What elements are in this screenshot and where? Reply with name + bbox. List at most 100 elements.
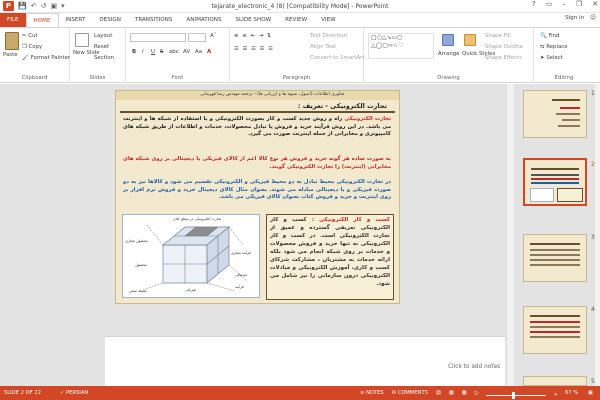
reading-view-icon[interactable]: ▩ [462, 390, 467, 396]
convert-smartart-button[interactable]: Convert to SmartArt [310, 55, 364, 61]
shadow-button[interactable]: abc [169, 49, 179, 55]
shape-fill-button[interactable]: Shape Fill [485, 33, 511, 39]
definition-paragraph[interactable]: تجارت الکترونیکی راه و روش جدید کسب و کا… [123, 116, 391, 139]
font-color-button[interactable]: A [207, 49, 211, 55]
tab-home[interactable]: HOME [25, 13, 59, 27]
tab-animations[interactable]: ANIMATIONS [179, 13, 228, 27]
find-button[interactable]: 🔍 Find [540, 33, 559, 39]
definition-keyword: تجارت الکترونیکی [344, 116, 391, 122]
current-slide[interactable]: فناوری اطلاعات (اصول، شیوه ها و ارزیابی … [115, 90, 400, 304]
slides-group: New Slide Layout Reset Section Slides [70, 29, 126, 82]
arrange-icon[interactable] [442, 34, 454, 46]
arrange-button[interactable]: Arrange [438, 51, 459, 57]
shapes-gallery[interactable]: □○△↘▭◻ △◯▢⇨☆♡ [368, 33, 434, 59]
normal-view-icon[interactable]: ▤ [436, 390, 441, 396]
ribbon-display-icon[interactable]: ▭ [546, 0, 553, 8]
diagram-product-label: محصول [135, 263, 147, 267]
help-icon[interactable]: ? [532, 0, 536, 8]
smiley-feedback-icon[interactable]: ☺ [590, 15, 596, 21]
tab-review[interactable]: REVIEW [278, 13, 314, 27]
slide-thumbnail[interactable] [523, 376, 587, 386]
window-title: tejarate_electronic_4 (8) [Compatibility… [211, 3, 389, 10]
zoom-slider[interactable] [485, 391, 546, 399]
font-group-label: Font [171, 75, 184, 81]
reset-button[interactable]: Reset [94, 44, 109, 50]
tab-design[interactable]: DESIGN [92, 13, 128, 27]
diagram-digital-label: دیجیتالی [235, 273, 248, 277]
close-icon[interactable]: ✕ [592, 0, 598, 8]
clipboard-group: Paste ✂ Cut ❐ Copy 🖌 Format Painter Clip… [0, 29, 70, 82]
tab-slide-show[interactable]: SLIDE SHOW [229, 13, 279, 27]
title-bar: P 💾 ↶ ↺ ▣ ▾ tejarate_electronic_4 (8) [C… [0, 0, 600, 13]
zoom-out-icon[interactable]: – [475, 392, 478, 398]
brush-icon: 🖌 [22, 55, 31, 61]
quick-styles-icon[interactable] [464, 34, 476, 46]
section-button[interactable]: Section [94, 55, 114, 61]
tab-transitions[interactable]: TRANSITIONS [128, 13, 180, 27]
paragraph-group-label: Paragraph [282, 75, 311, 81]
minimize-icon[interactable]: – [562, 0, 566, 8]
bold-button[interactable]: B [132, 49, 136, 55]
notes-placeholder: Click to add notes [448, 364, 501, 370]
paste-button[interactable]: Paste [3, 52, 18, 58]
shape-outline-button[interactable]: Shape Outline [485, 44, 523, 50]
underline-button[interactable]: U [151, 49, 155, 55]
ebusiness-textbox[interactable]: کسب و کار الکترونیکی : کسب و کار الکترون… [266, 214, 394, 300]
slide-thumbnail[interactable] [523, 90, 587, 138]
diagram-top-label: تجارت الکترونیکی در سطح کلان [173, 217, 222, 221]
status-bar: SLIDE 2 OF 22 ✓ PERSIAN ≡ NOTES ✉ COMMEN… [0, 386, 600, 400]
italic-button[interactable]: I [142, 49, 144, 55]
format-painter-button[interactable]: 🖌 Format Painter [22, 55, 70, 61]
shape-effects-button[interactable]: Shape Effects [485, 55, 522, 61]
font-name-input[interactable] [130, 33, 186, 42]
zoom-slider-thumb[interactable] [511, 391, 515, 399]
exchange-paragraph[interactable]: در تجارت الکترونیکی محیط تبادل به دو محی… [123, 179, 391, 202]
new-slide-icon[interactable] [75, 33, 89, 47]
comments-toggle[interactable]: ✉ COMMENTS [392, 390, 428, 396]
sign-in-link[interactable]: Sign in [565, 15, 584, 21]
slide-thumbnail[interactable] [523, 234, 587, 282]
grow-font-icon[interactable]: Aˆ [210, 33, 216, 39]
copy-button[interactable]: ❐ Copy [22, 44, 42, 50]
layout-button[interactable]: Layout [94, 33, 112, 39]
zoom-in-icon[interactable]: + [554, 392, 558, 398]
change-case-button[interactable]: Aa [195, 49, 202, 55]
slide-thumbnail-selected[interactable] [523, 158, 587, 206]
heading-divider [120, 111, 395, 113]
replace-button[interactable]: ⇆ Replace [540, 44, 568, 50]
diagram-physical-label: فیزیکی [185, 288, 196, 292]
drawing-group-label: Drawing [437, 75, 460, 81]
language-indicator[interactable]: ✓ PERSIAN [60, 390, 88, 396]
ecommerce-cube-diagram[interactable]: تجارت الکترونیکی در سطح کلان محصول مجازی… [122, 214, 260, 298]
notes-toggle[interactable]: ≡ NOTES [360, 390, 384, 396]
align-text-button[interactable]: Align Text [310, 44, 336, 50]
fit-slide-icon[interactable]: ▣ [588, 390, 593, 396]
font-size-input[interactable] [188, 33, 206, 42]
paste-icon[interactable] [5, 32, 19, 50]
restore-icon[interactable]: ❐ [576, 0, 582, 8]
zoom-level[interactable]: 67 % [565, 390, 578, 396]
slide-thumbnail[interactable] [523, 306, 587, 354]
strikethrough-button[interactable]: S [160, 49, 163, 55]
paragraph-group: ≡ ≡ ⇤ ⇥ ⇅ ☰ ☰ ☰ ☰ ☰ Text Direction Align… [230, 29, 364, 82]
slide-counter: SLIDE 2 OF 22 [4, 390, 41, 396]
char-spacing-button[interactable]: AV [183, 49, 190, 55]
text-direction-button[interactable]: Text Direction [310, 33, 347, 39]
tab-view[interactable]: VIEW [314, 13, 343, 27]
simple-definition-paragraph[interactable]: به صورت ساده هر گونه خرید و فروش هر نوع … [123, 156, 391, 171]
slide-heading[interactable]: تجارت الکترونیکی - تعریف : [298, 102, 387, 110]
bullets-icon[interactable]: ≡ ≡ ⇤ ⇥ ⇅ [234, 33, 272, 39]
align-icons[interactable]: ☰ ☰ ☰ ☰ ☰ [234, 46, 274, 52]
cut-button[interactable]: ✂ Cut [22, 33, 38, 39]
slide-sorter-icon[interactable]: ▦ [449, 390, 454, 396]
tab-file[interactable]: FILE [0, 13, 26, 27]
select-button[interactable]: ➤ Select [540, 55, 563, 61]
notes-pane[interactable]: Click to add notes [105, 336, 505, 386]
ribbon: Paste ✂ Cut ❐ Copy 🖌 Format Painter Clip… [0, 27, 600, 83]
diagram-left-axis-label: محصول مجازی [125, 239, 148, 243]
slide-scrollbar[interactable] [506, 84, 514, 386]
tab-insert[interactable]: INSERT [59, 13, 93, 27]
ebusiness-keyword: کسب و کار الکترونیکی : [311, 217, 390, 223]
diagram-bottom-label: محیط سنتی [129, 289, 148, 293]
thumbnails-scrollbar[interactable] [595, 84, 600, 386]
